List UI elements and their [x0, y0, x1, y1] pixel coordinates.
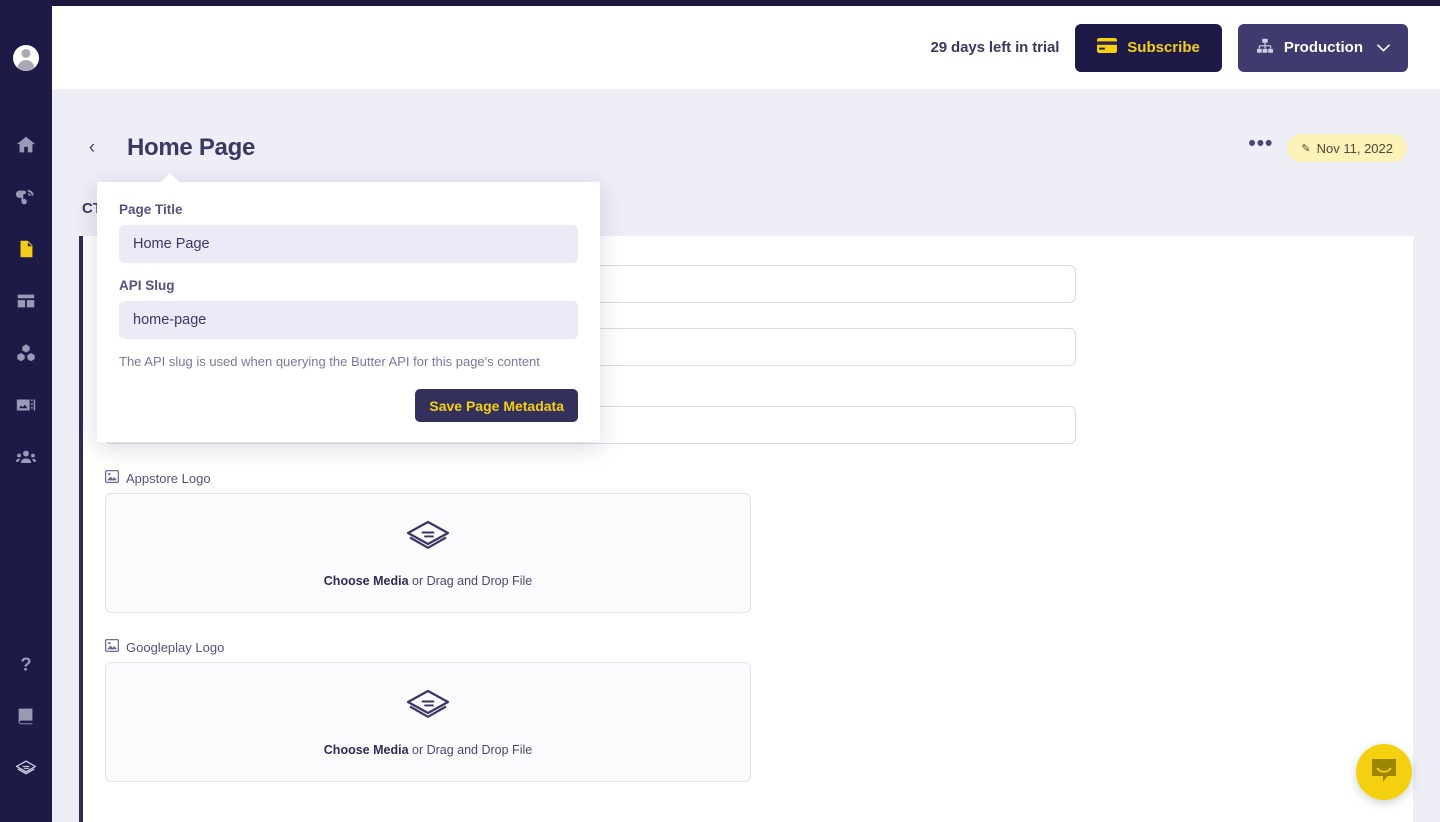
- sidebar-nav-bottom: ?: [0, 638, 52, 822]
- components-icon: [15, 342, 37, 364]
- sidebar-item-team[interactable]: [0, 431, 52, 483]
- chat-bubble-icon: [1369, 756, 1399, 789]
- trial-status: 29 days left in trial: [930, 39, 1060, 56]
- field-googleplay-logo: Googleplay Logo Choose Media or Drag and…: [104, 638, 1389, 782]
- api-slug-input[interactable]: [119, 301, 578, 339]
- users-icon: [15, 446, 37, 468]
- googleplay-choose-media-link[interactable]: Choose Media: [324, 743, 409, 757]
- googleplay-logo-label-row: Googleplay Logo: [104, 638, 1389, 655]
- page-title-bar: ‹ Home Page ••• ✎ Nov 11, 2022: [75, 125, 1415, 171]
- googleplay-logo-label: Googleplay Logo: [126, 639, 225, 655]
- sitemap-icon: [1256, 38, 1274, 58]
- api-slug-field-label: API Slug: [119, 278, 175, 293]
- appstore-logo-dropzone[interactable]: Choose Media or Drag and Drop File: [105, 493, 751, 613]
- googleplay-dropzone-rest: or Drag and Drop File: [408, 742, 533, 757]
- svg-text:?: ?: [20, 653, 31, 674]
- googleplay-dropzone-text: Choose Media or Drag and Drop File: [324, 743, 532, 757]
- overflow-menu-button[interactable]: •••: [1248, 133, 1273, 157]
- appstore-logo-label-row: Appstore Logo: [104, 469, 1389, 486]
- publish-date-label: Nov 11, 2022: [1316, 140, 1393, 156]
- appstore-dropzone-text: Choose Media or Drag and Drop File: [324, 574, 532, 588]
- app-root: ? 29 days left in trial Subscribe Produc…: [0, 0, 1440, 822]
- sidebar-item-components[interactable]: [0, 327, 52, 379]
- googleplay-logo-dropzone[interactable]: Choose Media or Drag and Drop File: [105, 662, 751, 782]
- top-header: 29 days left in trial Subscribe Producti…: [52, 6, 1440, 89]
- table-icon: [15, 290, 37, 312]
- page-title-input[interactable]: [119, 225, 578, 263]
- image-icon: [104, 638, 120, 655]
- field-appstore-logo: Appstore Logo Choose Media or Drag and D…: [104, 469, 1389, 613]
- environment-selector[interactable]: Production: [1237, 23, 1408, 72]
- appstore-dropzone-rest: or Drag and Drop File: [408, 573, 533, 588]
- sidebar-item-media[interactable]: [0, 379, 52, 431]
- sidebar-item-collections[interactable]: [0, 275, 52, 327]
- pencil-icon: ✎: [1301, 142, 1311, 155]
- main-sidebar: ?: [0, 0, 52, 822]
- sidebar-item-docs[interactable]: [0, 690, 52, 742]
- chevron-down-icon: [1377, 41, 1390, 55]
- book-icon: [15, 705, 37, 727]
- back-button[interactable]: ‹: [79, 135, 105, 161]
- page-title[interactable]: Home Page: [127, 134, 255, 162]
- sidebar-item-home[interactable]: [0, 119, 52, 171]
- sidebar-item-butter[interactable]: [0, 742, 52, 794]
- media-stack-icon: [405, 519, 451, 562]
- sidebar-item-pages[interactable]: [0, 223, 52, 275]
- intercom-launcher[interactable]: [1356, 744, 1412, 800]
- page-icon: [15, 238, 37, 260]
- subscribe-label: Subscribe: [1127, 39, 1200, 56]
- appstore-logo-label: Appstore Logo: [126, 470, 211, 486]
- appstore-choose-media-link[interactable]: Choose Media: [324, 574, 409, 588]
- media-stack-icon: [405, 688, 451, 731]
- page-title-actions: ••• ✎ Nov 11, 2022: [1248, 133, 1415, 162]
- publish-date-badge[interactable]: ✎ Nov 11, 2022: [1287, 134, 1407, 162]
- question-mark-icon: ?: [15, 653, 37, 675]
- sidebar-item-blog[interactable]: [0, 171, 52, 223]
- subscribe-button[interactable]: Subscribe: [1075, 23, 1222, 72]
- page-metadata-popover: Page Title API Slug The API slug is used…: [97, 173, 600, 442]
- environment-label: Production: [1283, 39, 1363, 56]
- blog-icon: [15, 186, 37, 208]
- api-slug-help-text: The API slug is used when querying the B…: [119, 354, 540, 369]
- sidebar-nav-main: [0, 119, 52, 483]
- sidebar-item-help[interactable]: ?: [0, 638, 52, 690]
- home-icon: [15, 134, 37, 156]
- page-title-field-label: Page Title: [119, 202, 183, 217]
- media-icon: [15, 394, 37, 416]
- image-icon: [104, 469, 120, 486]
- layers-logo-icon: [14, 756, 38, 780]
- user-avatar[interactable]: [13, 45, 39, 71]
- credit-card-icon: [1097, 38, 1118, 57]
- popover-actions: Save Page Metadata: [119, 389, 578, 422]
- save-page-metadata-button[interactable]: Save Page Metadata: [415, 389, 578, 422]
